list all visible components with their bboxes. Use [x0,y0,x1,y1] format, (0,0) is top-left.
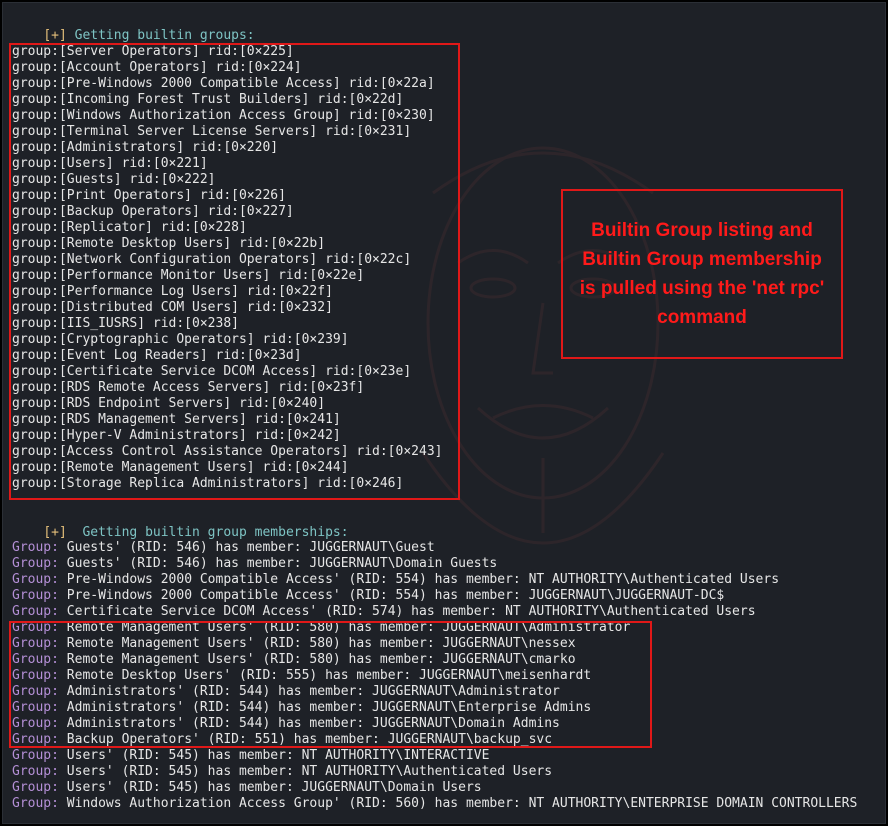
group-line: group:[Server Operators] rid:[0×225] [12,44,294,59]
membership-line: Group: Guests' (RID: 546) has member: JU… [12,556,497,572]
membership-line: Group: Guests' (RID: 546) has member: JU… [12,540,435,556]
membership-line: Group: Certificate Service DCOM Access' … [12,604,756,620]
membership-line: Group: Administrators' (RID: 544) has me… [12,700,591,716]
group-line: group:[Event Log Readers] rid:[0×23d] [12,348,302,363]
membership-text: Administrators' (RID: 544) has member: J… [58,700,592,715]
group-line: group:[Distributed COM Users] rid:[0×232… [12,300,333,315]
group-line: group:[Storage Replica Administrators] r… [12,476,404,491]
group-prefix: Group: [12,732,59,747]
group-line: group:[Remote Management Users] rid:[0×2… [12,460,349,475]
group-prefix: Group: [12,796,59,811]
group-line: group:[Hyper-V Administrators] rid:[0×24… [12,428,341,443]
membership-text: Backup Operators' (RID: 551) has member:… [58,732,553,747]
membership-line: Group: Remote Management Users' (RID: 58… [12,652,576,668]
group-line: group:[Performance Monitor Users] rid:[0… [12,268,365,283]
membership-text: Users' (RID: 545) has member: JUGGERNAUT… [58,780,482,795]
group-prefix: Group: [12,572,59,587]
membership-line: Group: Administrators' (RID: 544) has me… [12,716,560,732]
group-line: group:[RDS Management Servers] rid:[0×24… [12,412,341,427]
group-line: group:[Certificate Service DCOM Access] … [12,364,412,379]
membership-text: Remote Desktop Users' (RID: 555) has mem… [58,668,592,683]
membership-line: Group: Remote Management Users' (RID: 58… [12,636,576,652]
group-line: group:[Windows Authorization Access Grou… [12,108,435,123]
groups-header: [+] Getting builtin groups: [12,12,254,43]
group-line: group:[Backup Operators] rid:[0×227] [12,204,294,219]
group-line: group:[Pre-Windows 2000 Compatible Acces… [12,76,435,91]
membership-text: Users' (RID: 545) has member: NT AUTHORI… [58,764,553,779]
group-line: group:[Access Control Assistance Operato… [12,444,443,459]
group-prefix: Group: [12,700,59,715]
group-line: group:[RDS Remote Access Servers] rid:[0… [12,380,365,395]
membership-line: Group: Users' (RID: 545) has member: NT … [12,748,489,764]
group-line: group:[Users] rid:[0×221] [12,156,208,171]
group-prefix: Group: [12,588,59,603]
group-prefix: Group: [12,556,59,571]
membership-line: Group: Pre-Windows 2000 Compatible Acces… [12,588,724,604]
group-prefix: Group: [12,652,59,667]
group-line: group:[Administrators] rid:[0×220] [12,140,279,155]
group-line: group:[Terminal Server License Servers] … [12,124,412,139]
callout-text: Builtin Group listing and Builtin Group … [579,220,825,328]
membership-text: Pre-Windows 2000 Compatible Access' (RID… [58,572,780,587]
group-line: group:[Cryptographic Operators] rid:[0×2… [12,332,349,347]
group-prefix: Group: [12,764,59,779]
membership-text: Users' (RID: 545) has member: NT AUTHORI… [58,748,490,763]
group-line: group:[Performance Log Users] rid:[0×22f… [12,284,333,299]
membership-text: Certificate Service DCOM Access' (RID: 5… [58,604,756,619]
group-prefix: Group: [12,684,59,699]
header-bracket: [+] [43,525,67,540]
group-line: group:[Account Operators] rid:[0×224] [12,60,302,75]
terminal-window[interactable]: [+] Getting builtin groups: group:[Serve… [2,2,886,824]
membership-line: Group: Administrators' (RID: 544) has me… [12,684,560,700]
group-line: group:[IIS_IUSRS] rid:[0×238] [12,316,239,331]
group-line: group:[Network Configuration Operators] … [12,252,412,267]
membership-text: Remote Management Users' (RID: 580) has … [58,652,576,667]
membership-line: Group: Windows Authorization Access Grou… [12,796,857,812]
header-text: Getting builtin groups: [74,28,255,43]
group-prefix: Group: [12,716,59,731]
group-prefix: Group: [12,780,59,795]
membership-text: Remote Management Users' (RID: 580) has … [58,620,631,635]
group-line: group:[Guests] rid:[0×222] [12,172,216,187]
group-line: group:[Incoming Forest Trust Builders] r… [12,92,404,107]
group-line: group:[Remote Desktop Users] rid:[0×22b] [12,236,326,251]
membership-text: Pre-Windows 2000 Compatible Access' (RID… [58,588,725,603]
group-prefix: Group: [12,620,59,635]
group-prefix: Group: [12,604,59,619]
membership-line: Group: Users' (RID: 545) has member: JUG… [12,780,482,796]
membership-text: Windows Authorization Access Group' (RID… [58,796,858,811]
group-prefix: Group: [12,668,59,683]
annotation-callout: Builtin Group listing and Builtin Group … [561,189,843,359]
membership-text: Guests' (RID: 546) has member: JUGGERNAU… [58,540,435,555]
membership-line: Group: Remote Management Users' (RID: 58… [12,620,630,636]
membership-line: Group: Backup Operators' (RID: 551) has … [12,732,552,748]
header-bracket: [+] [43,28,67,43]
group-prefix: Group: [12,748,59,763]
membership-text: Remote Management Users' (RID: 580) has … [58,636,576,651]
membership-text: Administrators' (RID: 544) has member: J… [58,716,560,731]
membership-line: Group: Pre-Windows 2000 Compatible Acces… [12,572,779,588]
group-prefix: Group: [12,540,59,555]
membership-line: Group: Remote Desktop Users' (RID: 555) … [12,668,591,684]
header-text: Getting builtin group memberships: [74,525,349,540]
membership-text: Administrators' (RID: 544) has member: J… [58,684,560,699]
membership-line: Group: Users' (RID: 545) has member: NT … [12,764,552,780]
group-line: group:[Print Operators] rid:[0×226] [12,188,286,203]
group-prefix: Group: [12,636,59,651]
group-line: group:[Replicator] rid:[0×228] [12,220,247,235]
group-line: group:[RDS Endpoint Servers] rid:[0×240] [12,396,326,411]
membership-text: Guests' (RID: 546) has member: JUGGERNAU… [58,556,498,571]
memberships-header: [+] Getting builtin group memberships: [12,509,348,540]
